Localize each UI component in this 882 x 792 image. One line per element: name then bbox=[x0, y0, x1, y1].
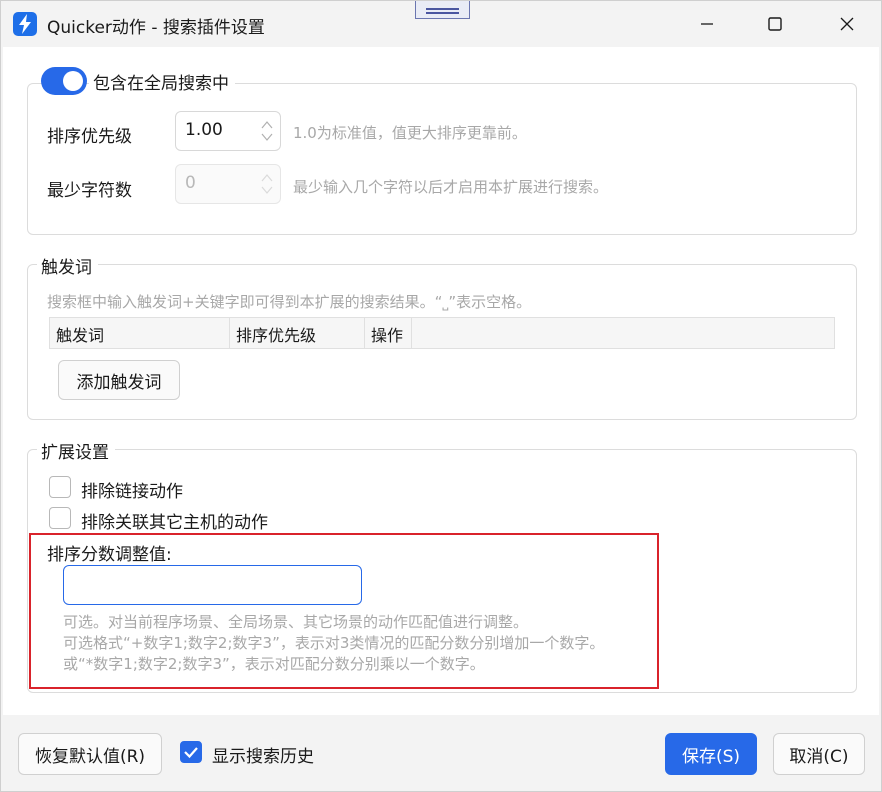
snap-layout-handle[interactable] bbox=[415, 1, 470, 19]
adjust-score-label: 排序分数调整值: bbox=[47, 545, 172, 565]
global-search-toggle-label: 包含在全局搜索中 bbox=[89, 69, 235, 94]
maximize-icon bbox=[768, 17, 782, 31]
minimize-icon bbox=[701, 23, 713, 25]
triggers-hint: 搜索框中输入触发词+关键字即可得到本扩展的搜索结果。“⎵”表示空格。 bbox=[47, 293, 532, 311]
checkmark-icon bbox=[184, 747, 198, 759]
title-bar[interactable]: Quicker动作 - 搜索插件设置 bbox=[1, 1, 881, 47]
exclude-other-host-label[interactable]: 排除关联其它主机的动作 bbox=[81, 508, 268, 533]
show-history-checkbox[interactable] bbox=[180, 741, 202, 763]
dialog-footer: 恢复默认值(R) 显示搜索历史 保存(S) 取消(C) bbox=[1, 715, 881, 791]
column-header-trigger[interactable]: 触发词 bbox=[50, 318, 230, 348]
settings-content: 包含在全局搜索中 排序优先级 1.00 1.0为标准值，值更大排序更靠前。 最少… bbox=[3, 47, 879, 715]
maximize-button[interactable] bbox=[755, 9, 795, 39]
settings-window: Quicker动作 - 搜索插件设置 包含在全局搜索中 排序优先级 1.00 1… bbox=[0, 0, 882, 792]
toggle-knob bbox=[63, 71, 83, 91]
min-chars-label: 最少字符数 bbox=[47, 181, 132, 201]
add-trigger-button[interactable]: 添加触发词 bbox=[58, 360, 180, 400]
triggers-table-header: 触发词 排序优先级 操作 bbox=[49, 317, 835, 349]
min-chars-stepper[interactable]: 0 bbox=[175, 164, 281, 204]
global-search-toggle[interactable] bbox=[41, 67, 87, 95]
min-chars-hint: 最少输入几个字符以后才启用本扩展进行搜索。 bbox=[293, 178, 609, 196]
min-chars-value: 0 bbox=[185, 173, 196, 193]
adjust-hint-line-2: 可选格式“+数字1;数字2;数字3”，表示对3类情况的匹配分数分别增加一个数字。 bbox=[63, 634, 605, 652]
priority-hint: 1.0为标准值，值更大排序更靠前。 bbox=[293, 124, 527, 142]
reset-defaults-button[interactable]: 恢复默认值(R) bbox=[18, 733, 162, 775]
adjust-hint-line-3: 或“*数字1;数字2;数字3”，表示对匹配分数分别乘以一个数字。 bbox=[63, 655, 485, 673]
close-button[interactable] bbox=[827, 9, 867, 39]
exclude-other-host-checkbox[interactable] bbox=[49, 507, 71, 529]
show-history-label[interactable]: 显示搜索历史 bbox=[212, 742, 314, 767]
column-header-action[interactable]: 操作 bbox=[365, 318, 412, 348]
exclude-link-label[interactable]: 排除链接动作 bbox=[81, 477, 183, 502]
cancel-button[interactable]: 取消(C) bbox=[773, 733, 865, 775]
triggers-legend: 触发词 bbox=[37, 253, 98, 278]
adjust-score-input[interactable] bbox=[63, 565, 362, 605]
global-search-group bbox=[27, 83, 857, 235]
close-icon bbox=[840, 17, 854, 31]
window-title: Quicker动作 - 搜索插件设置 bbox=[47, 18, 265, 38]
priority-label: 排序优先级 bbox=[47, 127, 132, 147]
save-button[interactable]: 保存(S) bbox=[665, 733, 757, 775]
adjust-hint-line-1: 可选。对当前程序场景、全局场景、其它场景的动作匹配值进行调整。 bbox=[63, 613, 529, 631]
priority-stepper[interactable]: 1.00 bbox=[175, 111, 281, 151]
spinner-arrows-icon bbox=[261, 174, 273, 194]
minimize-button[interactable] bbox=[687, 9, 727, 39]
spinner-arrows-icon bbox=[261, 121, 273, 141]
quicker-app-icon bbox=[13, 12, 37, 36]
exclude-link-checkbox[interactable] bbox=[49, 476, 71, 498]
extension-settings-legend: 扩展设置 bbox=[37, 438, 115, 463]
column-header-priority[interactable]: 排序优先级 bbox=[230, 318, 365, 348]
priority-value: 1.00 bbox=[185, 120, 223, 140]
